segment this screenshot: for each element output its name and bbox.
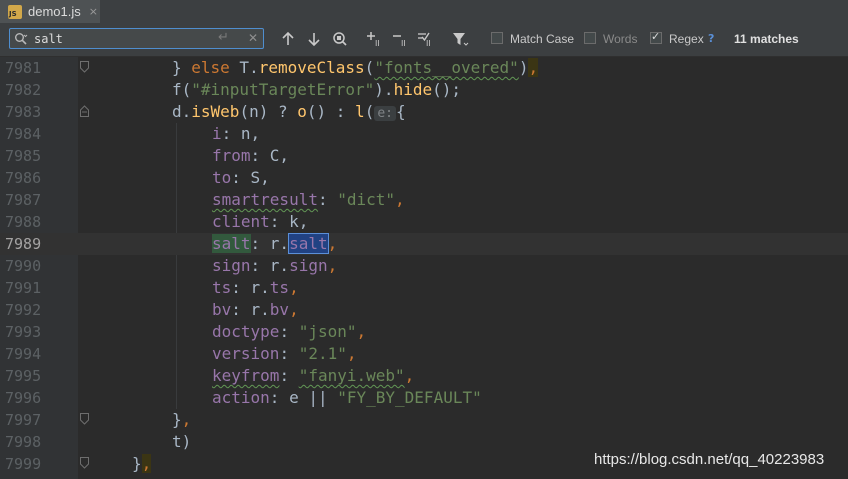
code-text: f("#inputTargetError").hide(); <box>172 80 461 99</box>
code-text: salt: r.salt, <box>212 233 338 254</box>
code-text: from: C, <box>212 146 290 165</box>
line-number: 7994 <box>5 345 42 363</box>
code-line[interactable]: 7990 sign: r.sign, <box>0 255 848 277</box>
code-line[interactable]: 7984 i: n, <box>0 123 848 145</box>
clear-search-icon[interactable]: ✕ <box>248 31 258 45</box>
code-line[interactable]: 7981 } else T.removeClass("fonts__overed… <box>0 57 848 79</box>
line-number: 7990 <box>5 257 42 275</box>
code-text: sign: r.sign, <box>212 256 338 275</box>
code-text: action: e || "FY_BY_DEFAULT" <box>212 388 482 407</box>
code-text: t) <box>172 432 192 451</box>
add-occurrence-icon[interactable]: II <box>365 30 385 48</box>
code-text: } else T.removeClass("fonts__overed"), <box>172 58 539 77</box>
code-line[interactable]: 7992 bv: r.bv, <box>0 299 848 321</box>
next-occurrence-icon[interactable] <box>306 30 322 48</box>
javascript-file-icon: JS <box>8 4 22 19</box>
search-match: salt <box>212 234 251 253</box>
line-number: 7998 <box>5 433 42 451</box>
regex-label[interactable]: Regex <box>669 32 704 46</box>
line-number: 7986 <box>5 169 42 187</box>
find-bar: ↵ ✕ II II II Match Case Words Regex ? 11… <box>0 23 848 57</box>
code-line[interactable]: 7996 action: e || "FY_BY_DEFAULT" <box>0 387 848 409</box>
code-line[interactable]: 7986 to: S, <box>0 167 848 189</box>
parameter-hint: e: <box>374 106 396 121</box>
match-case-checkbox[interactable] <box>491 32 503 44</box>
editor-tab-bar: JS demo1.js × <box>0 0 848 24</box>
code-line[interactable]: 7988 client: k, <box>0 211 848 233</box>
words-checkbox[interactable] <box>584 32 596 44</box>
fold-end-icon[interactable] <box>80 457 89 469</box>
search-field[interactable]: ↵ ✕ <box>9 28 264 49</box>
regex-help-link[interactable]: ? <box>708 32 714 45</box>
code-line[interactable]: 7994 version: "2.1", <box>0 343 848 365</box>
remove-occurrence-icon[interactable]: II <box>391 30 411 48</box>
line-number: 7983 <box>5 103 42 121</box>
line-number: 7985 <box>5 147 42 165</box>
code-line[interactable]: 7985 from: C, <box>0 145 848 167</box>
code-text: }, <box>172 410 192 429</box>
select-all-occurrences-icon[interactable]: II <box>416 30 436 48</box>
code-line[interactable]: 7997 }, <box>0 409 848 431</box>
code-line[interactable]: 7991 ts: r.ts, <box>0 277 848 299</box>
svg-text:II: II <box>375 39 380 48</box>
words-label[interactable]: Words <box>603 32 637 46</box>
svg-text:II: II <box>426 39 431 48</box>
match-count: 11 matches <box>734 32 799 46</box>
code-line[interactable]: 7983 d.isWeb(n) ? o() : l(e:{ <box>0 101 848 123</box>
line-number: 7993 <box>5 323 42 341</box>
code-text: client: k, <box>212 212 309 231</box>
filter-icon[interactable] <box>451 30 469 48</box>
close-tab-icon[interactable]: × <box>89 5 98 18</box>
code-line[interactable]: 7982 f("#inputTargetError").hide(); <box>0 79 848 101</box>
svg-text:II: II <box>401 39 406 48</box>
fold-end-icon[interactable] <box>80 61 89 73</box>
line-number: 7992 <box>5 301 42 319</box>
line-number: 7982 <box>5 81 42 99</box>
search-input[interactable] <box>34 31 214 46</box>
line-number: 7988 <box>5 213 42 231</box>
match-case-label[interactable]: Match Case <box>510 32 574 46</box>
search-icon[interactable] <box>14 32 28 46</box>
fold-start-icon[interactable] <box>80 105 89 117</box>
code-line[interactable]: 7987 smartresult: "dict", <box>0 189 848 211</box>
line-number: 7997 <box>5 411 42 429</box>
code-text: bv: r.bv, <box>212 300 299 319</box>
code-text: i: n, <box>212 124 261 143</box>
line-number: 7999 <box>5 455 42 473</box>
code-text: doctype: "json", <box>212 322 367 341</box>
fold-end-icon[interactable] <box>80 413 89 425</box>
find-in-path-icon[interactable] <box>331 30 349 48</box>
selected-search-match: salt <box>288 233 329 254</box>
tab-label: demo1.js <box>28 4 81 19</box>
code-text: version: "2.1", <box>212 344 357 363</box>
previous-occurrence-icon[interactable] <box>280 30 296 48</box>
line-number: 7981 <box>5 59 42 77</box>
watermark-url: https://blog.csdn.net/qq_40223983 <box>594 451 825 468</box>
line-number: 7996 <box>5 389 42 407</box>
line-number: 7991 <box>5 279 42 297</box>
code-text: ts: r.ts, <box>212 278 299 297</box>
code-text: to: S, <box>212 168 270 187</box>
code-text: d.isWeb(n) ? o() : l(e:{ <box>172 102 406 121</box>
code-line[interactable]: 7995 keyfrom: "fanyi.web", <box>0 365 848 387</box>
code-line[interactable]: 7993 doctype: "json", <box>0 321 848 343</box>
tab-demo1-js[interactable]: JS demo1.js × <box>0 0 100 23</box>
code-text: smartresult: "dict", <box>212 190 405 209</box>
new-line-icon[interactable]: ↵ <box>218 30 229 45</box>
code-text: keyfrom: "fanyi.web", <box>212 366 415 385</box>
code-line[interactable]: 7998 t) <box>0 431 848 453</box>
line-number: 7987 <box>5 191 42 209</box>
current-code-line[interactable]: 7989 salt: r.salt, <box>0 233 848 255</box>
code-text: }, <box>132 454 152 473</box>
line-number: 7984 <box>5 125 42 143</box>
regex-checkbox[interactable] <box>650 30 662 44</box>
line-number: 7995 <box>5 367 42 385</box>
code-editor[interactable]: 7981 } else T.removeClass("fonts__overed… <box>0 57 848 479</box>
line-number: 7989 <box>5 235 42 253</box>
